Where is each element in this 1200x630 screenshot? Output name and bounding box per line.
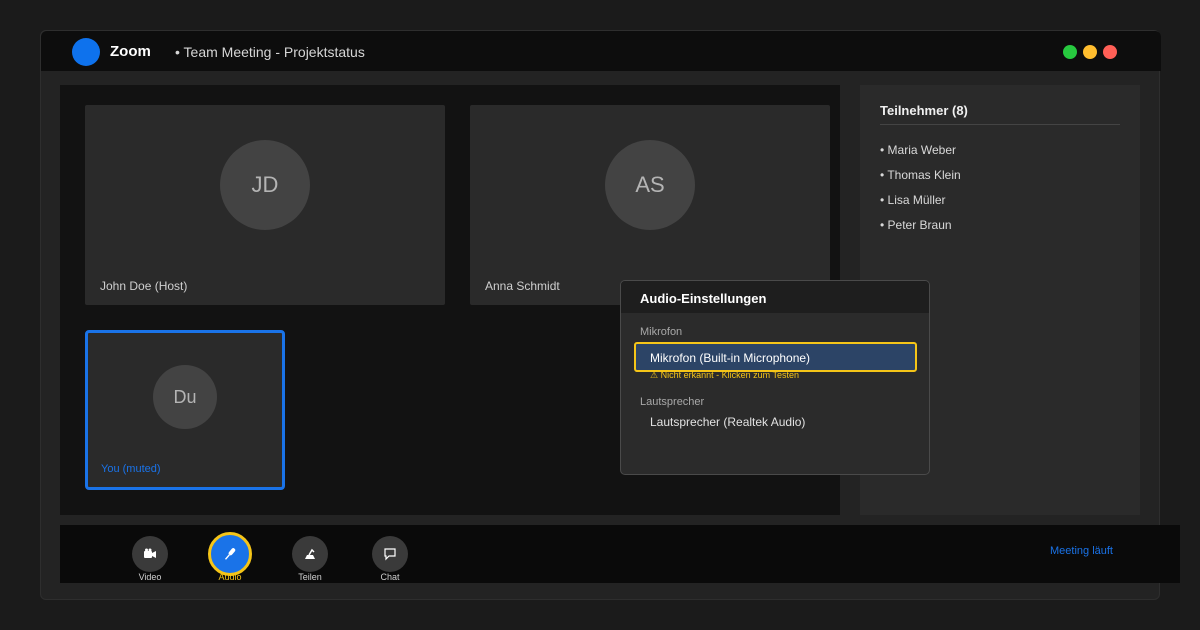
zoom-logo-icon — [72, 38, 100, 66]
chat-bubble-icon — [372, 536, 408, 572]
video-camera-icon — [132, 536, 168, 572]
microphone-option[interactable]: Mikrofon (Built-in Microphone) — [634, 342, 917, 372]
audio-button[interactable]: Audio — [200, 525, 260, 583]
divider — [880, 124, 1120, 125]
participant-name: Anna Schmidt — [485, 279, 560, 293]
chat-label: Chat — [380, 572, 400, 582]
participants-title: Teilnehmer (8) — [880, 103, 968, 118]
avatar: Du — [153, 365, 217, 429]
avatar: JD — [220, 140, 310, 230]
participant-item[interactable]: • Peter Braun — [880, 218, 961, 243]
audio-settings-title: Audio-Einstellungen — [640, 291, 767, 306]
share-button[interactable]: Teilen — [280, 525, 340, 583]
chat-button[interactable]: Chat — [360, 525, 420, 583]
microphone-warning[interactable]: ⚠ Nicht erkannt - Klicken zum Testen — [650, 370, 799, 381]
audio-settings-header: Audio-Einstellungen — [621, 281, 929, 313]
speaker-option[interactable]: Lautsprecher (Realtek Audio) — [650, 415, 805, 429]
share-icon — [292, 536, 328, 572]
maximize-button[interactable] — [1063, 45, 1077, 59]
video-tile-anna-schmidt[interactable]: AS Anna Schmidt — [470, 105, 830, 305]
video-button[interactable]: Video — [120, 525, 180, 583]
audio-label: Audio — [218, 572, 242, 582]
video-tile-self[interactable]: Du You (muted) — [85, 330, 285, 490]
microphone-section-label: Mikrofon — [640, 326, 683, 338]
video-label: Video — [138, 572, 162, 582]
meeting-toolbar: Video Audio Teilen Chat Meeting läuft — [60, 525, 1180, 583]
minimize-button[interactable] — [1083, 45, 1097, 59]
participant-item[interactable]: • Thomas Klein — [880, 168, 961, 193]
meeting-title: • Team Meeting - Projektstatus — [175, 44, 365, 60]
participant-name: You (muted) — [101, 463, 161, 475]
meeting-status: Meeting läuft — [1050, 545, 1113, 557]
video-tile-john-doe[interactable]: JD John Doe (Host) — [85, 105, 445, 305]
audio-settings-popup: Audio-Einstellungen Mikrofon Mikrofon (B… — [620, 280, 930, 475]
avatar: AS — [605, 140, 695, 230]
title-bar: Zoom • Team Meeting - Projektstatus — [41, 31, 1161, 71]
share-label: Teilen — [298, 572, 322, 582]
speaker-section-label: Lautsprecher — [640, 396, 705, 408]
microphone-option-label: Mikrofon (Built-in Microphone) — [650, 351, 811, 365]
close-button[interactable] — [1103, 45, 1117, 59]
app-name: Zoom — [110, 43, 151, 60]
microphone-icon — [208, 532, 252, 576]
participant-list: • Maria Weber • Thomas Klein • Lisa Müll… — [880, 143, 961, 243]
participant-item[interactable]: • Lisa Müller — [880, 193, 961, 218]
participant-name: John Doe (Host) — [100, 279, 188, 293]
participant-item[interactable]: • Maria Weber — [880, 143, 961, 168]
